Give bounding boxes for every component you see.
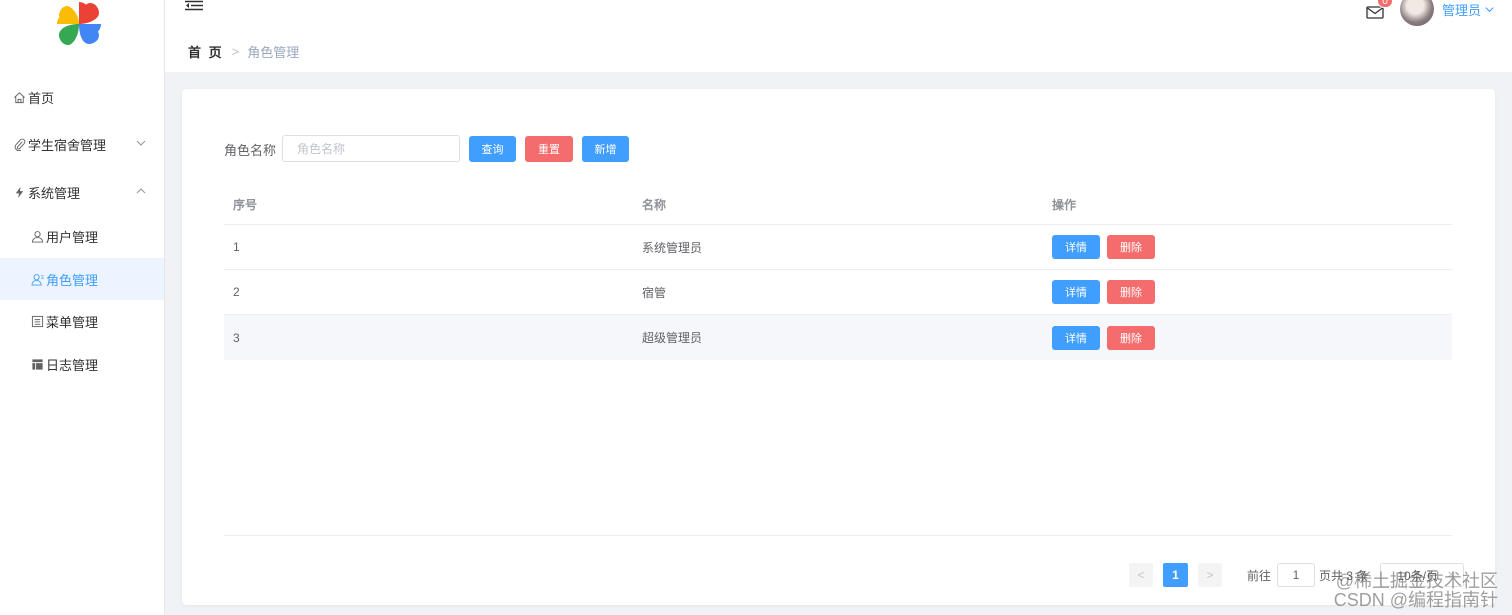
sidebar-item-label: 菜单管理 (46, 314, 99, 330)
user-role-icon (30, 272, 44, 286)
menu-list-icon (30, 314, 44, 328)
user-name-label: 管理员 (1442, 3, 1482, 18)
table-row: 3 超级管理员 详情 删除 (224, 315, 1452, 360)
detail-button[interactable]: 详情 (1052, 235, 1100, 259)
sidebar-item-menu-management[interactable]: 菜单管理 (0, 300, 164, 342)
sidebar-item-label: 用户管理 (46, 229, 99, 245)
sidebar: 首页 学生宿舍管理 系统管理 用户管理 角色管理 菜单管理 日志管理 (0, 0, 165, 615)
detail-button[interactable]: 详情 (1052, 325, 1100, 350)
page-number-button[interactable]: 1 (1163, 563, 1188, 587)
role-name-input[interactable] (282, 135, 460, 162)
row-actions: 详情 删除 (1052, 280, 1162, 304)
breadcrumb-separator: > (231, 44, 240, 59)
sidebar-item-dorm-management[interactable]: 学生宿舍管理 (0, 123, 164, 165)
breadcrumb-home[interactable]: 首 页 (188, 42, 224, 61)
goto-page-input[interactable]: 1 (1277, 563, 1316, 587)
table-bottom-divider (224, 535, 1452, 536)
table-header-row: 序号 名称 操作 (224, 184, 1452, 225)
sidebar-item-label: 角色管理 (46, 272, 99, 288)
column-header-name: 名称 (642, 197, 667, 212)
row-index: 1 (233, 240, 240, 254)
row-name: 超级管理员 (642, 331, 703, 345)
sidebar-item-home[interactable]: 首页 (0, 76, 164, 118)
collapse-menu-icon[interactable] (185, 0, 203, 12)
breadcrumb: 首 页 > 角色管理 (188, 42, 299, 61)
lightning-icon (12, 185, 26, 199)
row-index: 2 (233, 285, 240, 299)
sidebar-item-system-management[interactable]: 系统管理 (0, 171, 164, 213)
watermark-line-1: @稀土掘金技术社区 (1335, 571, 1498, 591)
detail-button[interactable]: 详情 (1052, 280, 1100, 304)
table-row: 2 宿管 详情 删除 (224, 270, 1452, 315)
query-button[interactable]: 查询 (469, 136, 516, 162)
breadcrumb-current: 角色管理 (247, 45, 300, 60)
sidebar-item-user-management[interactable]: 用户管理 (0, 215, 164, 257)
row-name: 系统管理员 (642, 240, 703, 255)
main-card: 角色名称 查询 重置 新增 序号 名称 操作 1 系统管理员 详情 删除 2 宿… (182, 89, 1495, 605)
column-header-ops: 操作 (1052, 197, 1077, 212)
delete-button[interactable]: 删除 (1107, 325, 1155, 350)
table-row: 1 系统管理员 详情 删除 (224, 225, 1452, 270)
row-actions: 详情 删除 (1052, 235, 1162, 259)
home-icon (12, 90, 26, 104)
pinwheel-logo-icon (57, 2, 101, 45)
chevron-down-icon (136, 140, 146, 146)
delete-button[interactable]: 删除 (1107, 235, 1155, 259)
column-header-index: 序号 (233, 197, 258, 212)
chevron-down-icon (1485, 7, 1494, 13)
row-index: 3 (233, 330, 240, 345)
next-page-button[interactable]: > (1198, 563, 1222, 587)
delete-button[interactable]: 删除 (1107, 280, 1155, 304)
watermark: @稀土掘金技术社区 CSDN @编程指南针 (1334, 572, 1498, 610)
sidebar-item-label: 系统管理 (28, 185, 81, 201)
table-icon (30, 357, 44, 371)
sidebar-item-log-management[interactable]: 日志管理 (0, 343, 164, 385)
row-name: 宿管 (642, 285, 667, 300)
user-dropdown[interactable]: 管理员 (1442, 0, 1495, 19)
goto-label: 前往 (1247, 568, 1272, 583)
roles-table: 序号 名称 操作 1 系统管理员 详情 删除 2 宿管 详情 删除 3 超级管理… (224, 184, 1452, 360)
user-icon (30, 229, 44, 243)
reset-button[interactable]: 重置 (525, 136, 573, 162)
avatar[interactable] (1400, 0, 1434, 26)
sidebar-item-label: 日志管理 (46, 357, 99, 373)
notification-badge: 0 (1377, 0, 1393, 8)
sidebar-item-label: 首页 (28, 90, 55, 106)
sidebar-item-label: 学生宿舍管理 (28, 137, 107, 153)
top-header: 首 页 > 角色管理 0 管理员 (165, 0, 1512, 72)
chevron-up-icon (136, 188, 146, 194)
prev-page-button[interactable]: < (1129, 563, 1153, 587)
role-name-label: 角色名称 (224, 143, 277, 158)
paperclip-icon (12, 137, 26, 151)
add-button[interactable]: 新增 (582, 136, 629, 162)
sidebar-item-role-management[interactable]: 角色管理 (0, 258, 164, 300)
row-actions: 详情 删除 (1052, 325, 1162, 350)
watermark-line-2: CSDN @编程指南针 (1333, 590, 1498, 610)
